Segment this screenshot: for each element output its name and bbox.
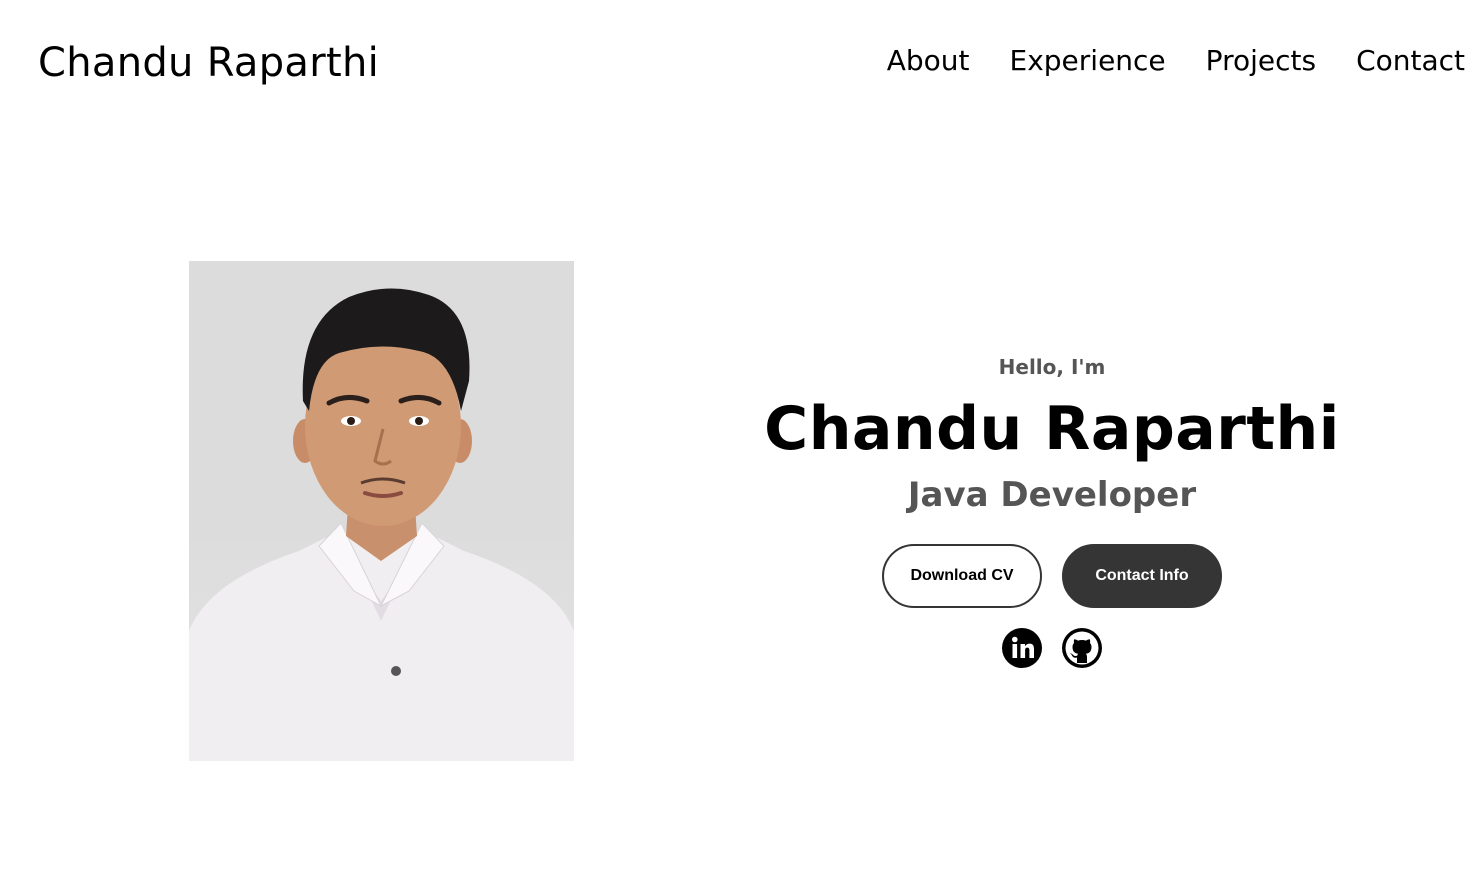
- github-icon[interactable]: [1062, 628, 1102, 668]
- contact-info-button[interactable]: Contact Info: [1062, 544, 1222, 608]
- social-links: [752, 628, 1352, 668]
- nav-link-contact[interactable]: Contact: [1356, 44, 1465, 77]
- nav-links: About Experience Projects Contact: [887, 44, 1465, 77]
- nav-link-experience[interactable]: Experience: [1010, 44, 1166, 77]
- nav-link-about[interactable]: About: [887, 44, 970, 77]
- profile-illustration: [189, 288, 574, 761]
- hero-text: Hello, I'm Chandu Raparthi Java Develope…: [752, 352, 1352, 668]
- hero-buttons: Download CV Contact Info: [752, 544, 1352, 608]
- nav-item-projects: Projects: [1206, 44, 1316, 77]
- download-cv-button[interactable]: Download CV: [882, 544, 1042, 608]
- linkedin-icon[interactable]: [1002, 628, 1042, 668]
- hero-name: Chandu Raparthi: [764, 394, 1340, 464]
- nav-item-about: About: [887, 44, 970, 77]
- greeting-text: Hello, I'm: [998, 355, 1106, 379]
- nav-link-projects[interactable]: Projects: [1206, 44, 1316, 77]
- site-logo[interactable]: Chandu Raparthi: [38, 40, 379, 86]
- nav-item-experience: Experience: [1010, 44, 1166, 77]
- top-nav: Chandu Raparthi About Experience Project…: [0, 0, 1479, 130]
- hero-job-title: Java Developer: [907, 475, 1197, 515]
- profile-photo: [189, 261, 574, 761]
- nav-item-contact: Contact: [1356, 44, 1465, 77]
